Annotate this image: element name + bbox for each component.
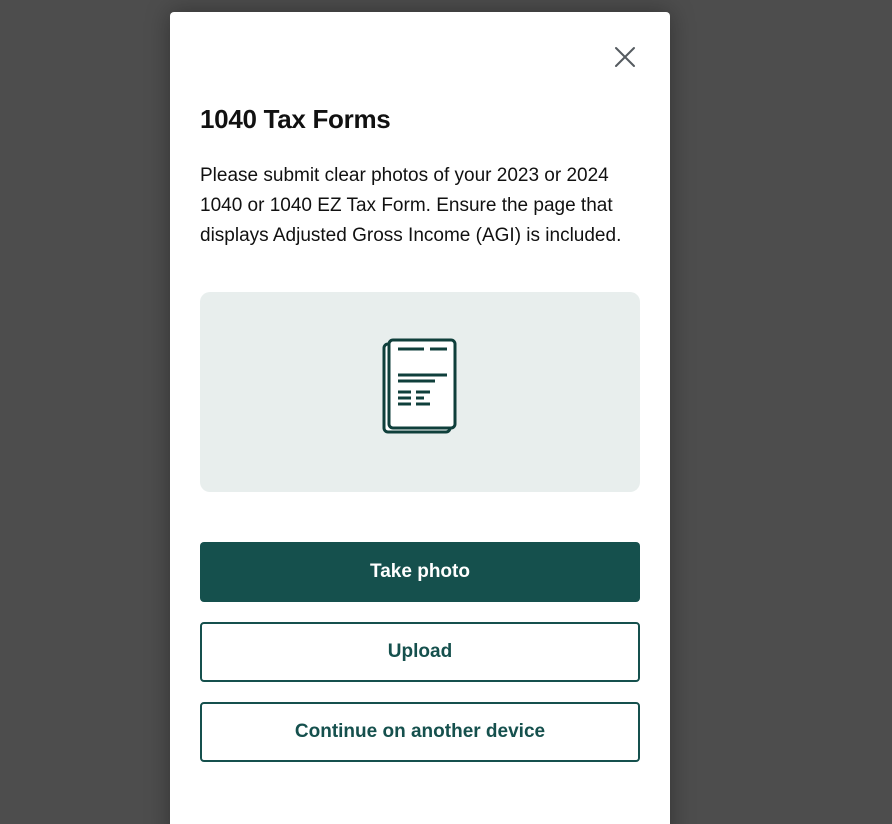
modal-title: 1040 Tax Forms <box>200 104 391 134</box>
close-button[interactable] <box>610 42 640 72</box>
illustration-panel <box>200 292 640 492</box>
take-photo-button[interactable]: Take photo <box>200 542 640 602</box>
continue-on-another-device-button[interactable]: Continue on another device <box>200 702 640 762</box>
close-icon <box>615 47 635 67</box>
modal-description: Please submit clear photos of your 2023 … <box>200 165 622 246</box>
upload-button[interactable]: Upload <box>200 622 640 682</box>
tax-document-icon <box>382 338 457 434</box>
tax-forms-modal: 1040 Tax Forms Please submit clear photo… <box>170 12 670 824</box>
